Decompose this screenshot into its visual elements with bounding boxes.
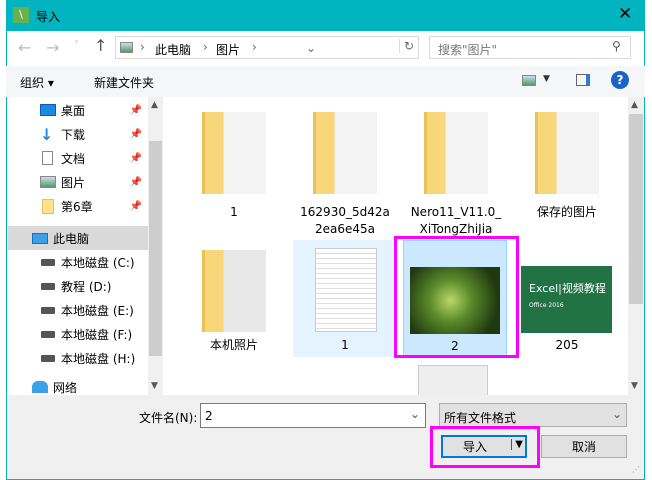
- sidebar-item-downloads[interactable]: ↓ 下载 📌: [8, 122, 148, 146]
- pin-icon[interactable]: 📌: [130, 105, 142, 116]
- back-icon[interactable]: ←: [18, 38, 31, 57]
- file-list: 1 162930_5d42a2ea6e45a Nero11_V11.0_XiTo…: [163, 97, 628, 395]
- sidebar-item-documents[interactable]: 文档 📌: [8, 146, 148, 170]
- selection-highlight: [394, 236, 519, 358]
- breadcrumb-pictures[interactable]: 图片: [216, 41, 240, 58]
- sidebar-scrollbar[interactable]: ▲ ▼: [148, 97, 163, 395]
- history-dropdown-icon[interactable]: ⌄: [306, 41, 316, 55]
- folder-icon: [535, 112, 599, 194]
- pin-icon[interactable]: 📌: [130, 129, 142, 140]
- help-icon[interactable]: ?: [611, 71, 629, 89]
- filename-input[interactable]: 2 ⌄: [200, 403, 426, 428]
- refresh-icon[interactable]: ↻: [399, 39, 414, 53]
- view-dropdown-icon[interactable]: ▼: [543, 74, 550, 84]
- preview-pane-icon[interactable]: [576, 74, 590, 86]
- sidebar-item-drive-c[interactable]: 本地磁盘 (C:): [8, 250, 148, 274]
- file-icon-partial: [418, 365, 488, 395]
- scrollbar-thumb[interactable]: [629, 114, 643, 304]
- drive-icon: [41, 307, 55, 314]
- import-button[interactable]: 导入 ▼: [441, 435, 527, 458]
- download-icon: ↓: [40, 124, 54, 144]
- scrollbar-thumb[interactable]: [149, 141, 162, 356]
- scroll-down-icon[interactable]: ▼: [631, 381, 638, 391]
- sidebar-item-desktop[interactable]: 桌面 📌: [8, 98, 148, 122]
- sidebar-item-drive-e[interactable]: 本地磁盘 (E:): [8, 298, 148, 322]
- drive-icon: [41, 331, 55, 338]
- drive-icon: [41, 355, 55, 362]
- app-icon: \: [13, 7, 29, 23]
- drive-icon: [41, 259, 55, 266]
- chevron-icon: ›: [203, 40, 208, 54]
- footer-panel: 文件名(N): 2 ⌄ 所有文件格式 ⌄ 导入 ▼ 取消 ⋰: [7, 395, 644, 479]
- title-bar: \ 导入 ✕: [6, 0, 645, 31]
- up-icon[interactable]: ↑: [94, 36, 107, 55]
- navigation-pane: 桌面 📌 ↓ 下载 📌 文档 📌 图片 📌 第6章 📌 此电脑 本地磁盘 (C:) 教程 (…: [8, 97, 148, 395]
- file-type-select[interactable]: 所有文件格式 ⌄: [439, 403, 627, 427]
- computer-icon: [32, 232, 48, 244]
- scroll-up-icon[interactable]: ▲: [631, 100, 638, 110]
- file-item-folder-1[interactable]: 1: [182, 112, 286, 221]
- search-input[interactable]: 搜索"图片" ⚲: [429, 36, 631, 59]
- organize-button[interactable]: 组织 ▾: [20, 74, 54, 91]
- document-icon: [42, 151, 53, 165]
- image-thumbnail: Excel|视频教程 Office 2016: [521, 266, 612, 333]
- file-item-folder-nero11[interactable]: Nero11_V11.0_XiTongZhiJia: [404, 112, 508, 238]
- sidebar-item-chapter6[interactable]: 第6章 📌: [8, 194, 148, 218]
- forward-icon[interactable]: →: [46, 38, 59, 57]
- sidebar-item-this-pc[interactable]: 此电脑: [8, 226, 148, 250]
- pin-icon[interactable]: 📌: [130, 201, 142, 212]
- pin-icon[interactable]: 📌: [130, 177, 142, 188]
- file-item-folder-local-photos[interactable]: 本机照片: [182, 240, 286, 357]
- address-bar[interactable]: › 此电脑 › 图片 › ⌄ ↻: [115, 36, 419, 59]
- folder-icon: [202, 250, 266, 332]
- sidebar-item-network[interactable]: 网络: [8, 377, 148, 395]
- folder-icon: [42, 198, 54, 214]
- chevron-icon: ›: [140, 40, 145, 54]
- filename-label: 文件名(N):: [139, 411, 198, 425]
- chevron-down-icon[interactable]: ⌄: [612, 407, 622, 421]
- pictures-icon: [120, 42, 133, 53]
- sidebar-item-pictures[interactable]: 图片 📌: [8, 170, 148, 194]
- text-file-icon: [315, 248, 377, 332]
- new-folder-button[interactable]: 新建文件夹: [94, 74, 154, 91]
- chevron-icon: ›: [252, 40, 257, 54]
- folder-icon: [424, 112, 488, 194]
- import-dropdown-icon[interactable]: ▼: [511, 439, 523, 450]
- toolbar: 组织 ▾ 新建文件夹 ▼ ?: [6, 66, 645, 97]
- file-item-folder-162930[interactable]: 162930_5d42a2ea6e45a: [293, 112, 397, 238]
- recent-chevron-icon[interactable]: ˅: [74, 40, 79, 51]
- sidebar-item-drive-f[interactable]: 本地磁盘 (F:): [8, 322, 148, 346]
- file-list-scrollbar[interactable]: ▲ ▼: [628, 97, 644, 395]
- folder-icon: [202, 112, 266, 194]
- file-item-image-205[interactable]: Excel|视频教程 Office 2016 205: [515, 240, 619, 357]
- pin-icon[interactable]: 📌: [130, 153, 142, 164]
- search-icon[interactable]: ⚲: [612, 39, 621, 53]
- folder-icon: [313, 112, 377, 194]
- chevron-down-icon[interactable]: ⌄: [410, 407, 420, 421]
- resize-grip-icon[interactable]: ⋰: [632, 465, 640, 474]
- network-icon: [32, 381, 48, 393]
- view-icon[interactable]: [522, 75, 536, 86]
- file-item-text-1[interactable]: 1: [293, 240, 397, 357]
- sidebar-item-drive-d[interactable]: 教程 (D:): [8, 274, 148, 298]
- close-icon[interactable]: ✕: [618, 4, 632, 24]
- pictures-icon: [40, 176, 56, 188]
- sidebar-item-drive-h[interactable]: 本地磁盘 (H:): [8, 346, 148, 370]
- window-title: 导入: [36, 10, 61, 24]
- search-placeholder: 搜索"图片": [438, 43, 498, 57]
- file-item-folder-saved-pictures[interactable]: 保存的图片: [515, 112, 619, 221]
- scroll-down-icon[interactable]: ▼: [151, 381, 158, 391]
- drive-icon: [41, 283, 55, 290]
- breadcrumb-pc[interactable]: 此电脑: [155, 41, 191, 58]
- cancel-button[interactable]: 取消: [541, 435, 627, 458]
- scroll-up-icon[interactable]: ▲: [151, 100, 158, 110]
- desktop-icon: [40, 104, 56, 116]
